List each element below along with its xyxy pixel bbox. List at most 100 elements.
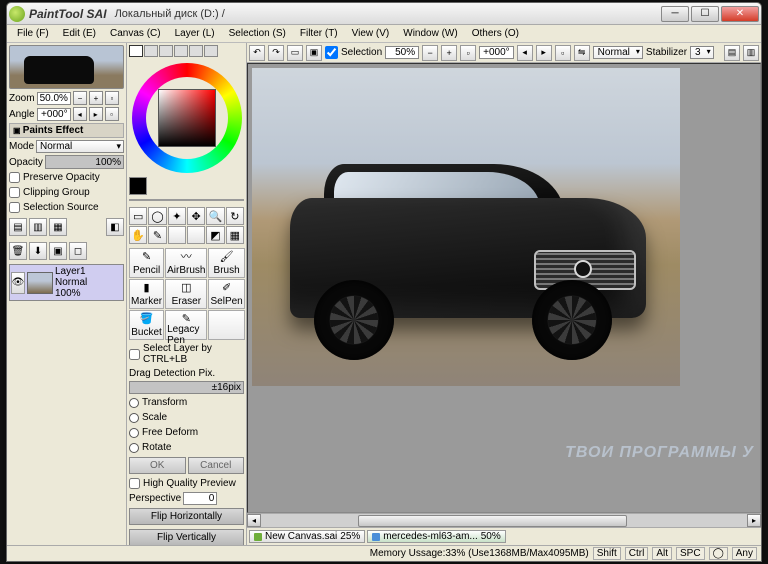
zoom-value[interactable]: 50.0% [37,92,71,105]
lasso-tool[interactable]: ◯ [148,207,166,225]
canvas-area[interactable]: ТВОИ ПРОГРАММЫ У [247,63,761,513]
toolbar-rotate-ccw-icon[interactable]: ◂ [517,45,533,61]
menu-selection[interactable]: Selection (S) [223,27,292,40]
flatten-icon[interactable]: ▣ [49,242,67,260]
color-wheel[interactable] [132,63,242,173]
brush-selpen[interactable]: ✐SelPen [208,279,244,309]
brush-bucket[interactable]: 🪣Bucket [129,310,164,340]
new-linework-icon[interactable]: ▥ [29,218,47,236]
toolbar-rotate-cw-icon[interactable]: ▸ [536,45,552,61]
foreground-swatch[interactable] [129,177,147,195]
clipping-group-check[interactable]: Clipping Group [9,186,124,199]
menu-view[interactable]: View (V) [346,27,396,40]
transform-radio[interactable]: Transform [129,396,244,409]
menu-file[interactable]: File (F) [11,27,55,40]
brush-eraser[interactable]: ◫Eraser [165,279,207,309]
close-button[interactable]: ✕ [721,6,759,22]
eyedropper-tool[interactable]: ✎ [148,226,166,244]
rotate-radio[interactable]: Rotate [129,441,244,454]
fg-bg-swap-icon[interactable]: ◩ [206,226,224,244]
toolbar-flip-icon[interactable]: ⇋ [574,45,590,61]
preserve-opacity-check[interactable]: Preserve Opacity [9,171,124,184]
layer-visible-icon[interactable]: 👁 [11,272,25,294]
maximize-button[interactable]: ☐ [691,6,719,22]
select-layer-ctrl-check[interactable]: Select Layer by CTRL+LB [129,342,244,366]
scroll-thumb[interactable] [261,514,747,527]
toolbar-extra2-icon[interactable]: ▥ [743,45,759,61]
toolbar-rotate-reset-icon[interactable]: ▫ [555,45,571,61]
zoom-out-button[interactable]: − [73,91,87,105]
delete-layer-icon[interactable]: 🗑 [9,242,27,260]
brush-airbrush[interactable]: 〰AirBrush [165,248,207,278]
clear-layer-icon[interactable]: ◻ [69,242,87,260]
zoom-tool[interactable]: 🔍 [206,207,224,225]
undo-icon[interactable]: ↶ [249,45,265,61]
tab-mercedes[interactable]: mercedes-ml63-am...50% [367,530,505,543]
deselect-icon[interactable]: ▭ [287,45,303,61]
brush-marker[interactable]: ▮Marker [129,279,164,309]
toolbar-zoom[interactable]: 50% [385,46,419,59]
scroll-right-icon[interactable]: ▸ [747,514,761,527]
magic-wand-tool[interactable]: ✦ [168,207,186,225]
menu-canvas[interactable]: Canvas (C) [104,27,167,40]
menu-others[interactable]: Others (O) [466,27,525,40]
hq-preview-check[interactable]: High Quality Preview [129,477,244,490]
scale-radio[interactable]: Scale [129,411,244,424]
scratchpad-icon[interactable] [204,45,218,57]
blend-mode-select[interactable]: Normal [36,140,124,153]
angle-value[interactable]: +000° [37,108,71,121]
flip-vertical-button[interactable]: Flip Vertically [129,529,244,545]
perspective-value[interactable]: 0 [183,492,217,505]
navigator-thumbnail[interactable] [9,45,124,89]
zoom-reset-button[interactable]: ▫ [105,91,119,105]
opacity-slider[interactable]: 100% [45,155,124,169]
move-tool[interactable]: ✥ [187,207,205,225]
redo-icon[interactable]: ↷ [268,45,284,61]
transparent-icon[interactable]: ▦ [226,226,244,244]
horizontal-scrollbar[interactable]: ◂ ▸ [247,513,761,527]
new-folder-icon[interactable]: ▦ [49,218,67,236]
cancel-button[interactable]: Cancel [188,457,245,474]
color-wheel-icon[interactable] [129,45,143,57]
angle-cw-button[interactable]: ▸ [89,107,103,121]
menu-filter[interactable]: Filter (T) [294,27,344,40]
layer-item[interactable]: 👁 Layer1 Normal 100% [9,264,124,301]
invert-icon[interactable]: ▣ [306,45,322,61]
menu-layer[interactable]: Layer (L) [169,27,221,40]
selection-check[interactable] [325,46,338,59]
layer-mask-icon[interactable]: ◧ [106,218,124,236]
free-deform-radio[interactable]: Free Deform [129,426,244,439]
hand-tool[interactable]: ✋ [129,226,147,244]
brush-pencil[interactable]: ✎Pencil [129,248,164,278]
mixer-icon[interactable] [174,45,188,57]
swatches-icon[interactable] [189,45,203,57]
rect-select-tool[interactable]: ▭ [129,207,147,225]
menu-edit[interactable]: Edit (E) [57,27,102,40]
tab-new-canvas[interactable]: New Canvas.sai25% [249,530,365,543]
brush-legacypen[interactable]: ✎Legacy Pen [165,310,207,340]
toolbar-blend-select[interactable]: Normal [593,46,643,59]
ok-button[interactable]: OK [129,457,186,474]
menu-window[interactable]: Window (W) [397,27,463,40]
flip-horizontal-button[interactable]: Flip Horizontally [129,508,244,525]
angle-reset-button[interactable]: ▫ [105,107,119,121]
hsv-slider-icon[interactable] [159,45,173,57]
scroll-left-icon[interactable]: ◂ [247,514,261,527]
toolbar-zoom-fit-icon[interactable]: ▫ [460,45,476,61]
rgb-slider-icon[interactable] [144,45,158,57]
toolbar-extra1-icon[interactable]: ▤ [724,45,740,61]
titlebar[interactable]: PaintTool SAI Локальный диск (D:) / ─ ☐ … [7,3,761,25]
toolbar-angle[interactable]: +000° [479,46,514,59]
toolbar-zoom-in-icon[interactable]: + [441,45,457,61]
brush-brush[interactable]: 🖌Brush [208,248,244,278]
paints-effect-header[interactable]: Paints Effect [9,123,124,138]
toolbar-zoom-out-icon[interactable]: − [422,45,438,61]
zoom-in-button[interactable]: + [89,91,103,105]
merge-down-icon[interactable]: ⬇ [29,242,47,260]
new-layer-icon[interactable]: ▤ [9,218,27,236]
selection-source-check[interactable]: Selection Source [9,201,124,214]
drag-detection-slider[interactable]: ±16pix [129,381,244,394]
stabilizer-select[interactable]: 3 [690,46,714,59]
minimize-button[interactable]: ─ [661,6,689,22]
texture-panel[interactable] [129,199,244,201]
